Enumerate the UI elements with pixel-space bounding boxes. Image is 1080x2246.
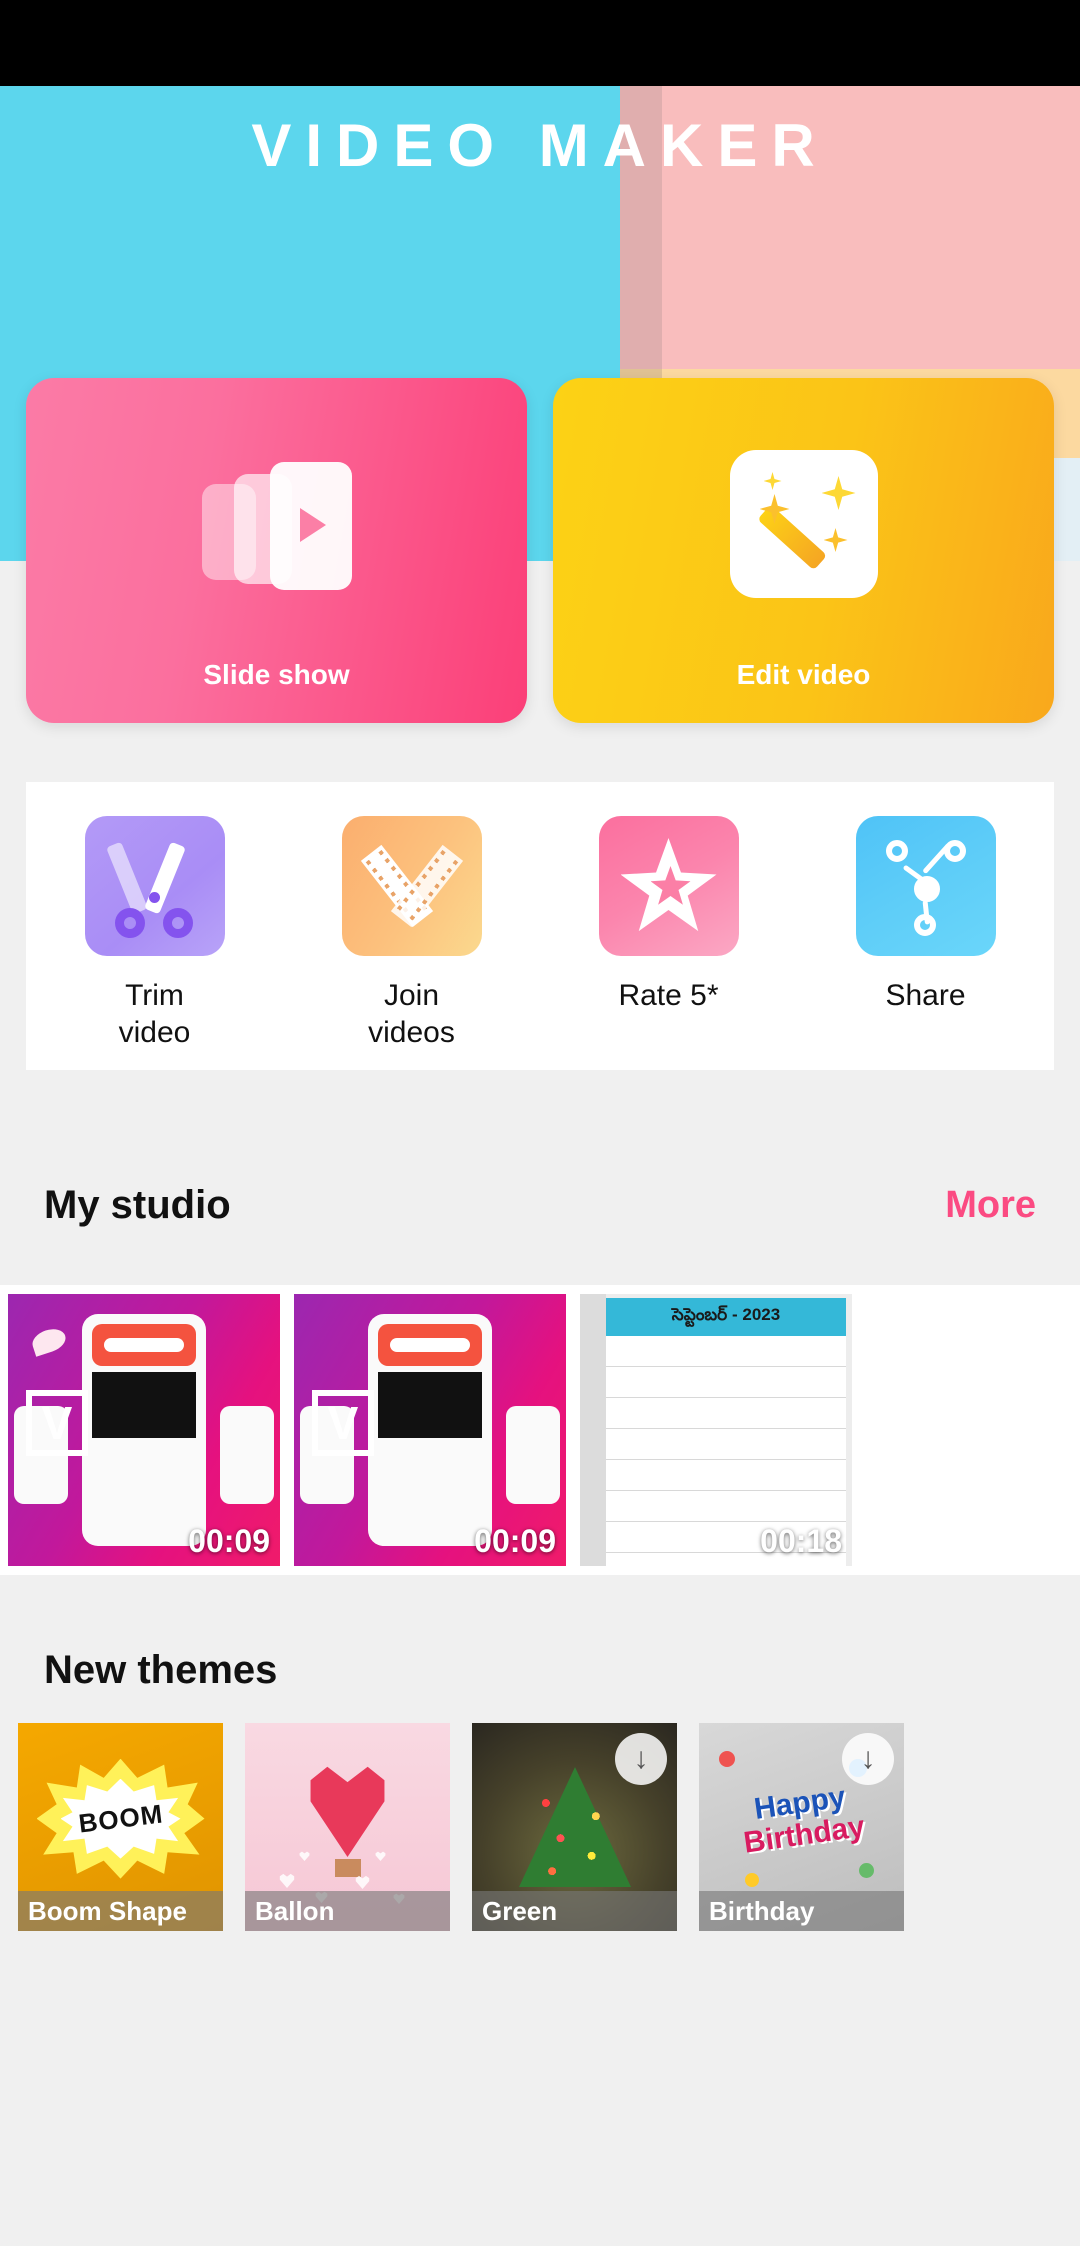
slide-show-label: Slide show (203, 659, 350, 690)
quick-action-share-label: Share (885, 979, 966, 1012)
quick-action-trim-video[interactable]: Trim video (55, 816, 255, 1051)
quick-action-rate[interactable]: Rate 5* (569, 816, 769, 1015)
video-thumbnail[interactable]: V 00:09 (294, 1294, 566, 1566)
calendar-title: సెప్టెంబర్ - 2023 (606, 1298, 846, 1336)
video-letter-mark: V (312, 1390, 374, 1456)
video-thumbnail[interactable]: V 00:09 (8, 1294, 280, 1566)
new-themes-list[interactable]: BOOM Boom Shape Ballon ↓ Green Happy Bir… (0, 1723, 1080, 1955)
theme-card-ballon[interactable]: Ballon (245, 1723, 450, 1931)
download-icon[interactable]: ↓ (842, 1733, 894, 1785)
slideshow-icon (201, 462, 352, 592)
balloon-basket-icon (334, 1859, 361, 1877)
hero-card-row: Slide show Edit video (0, 378, 1080, 723)
quick-action-share[interactable]: Share (826, 816, 1026, 1015)
theme-name: Ballon (245, 1891, 450, 1931)
my-studio-header: My studio More (0, 1160, 1080, 1250)
video-duration: 00:09 (474, 1523, 556, 1559)
my-studio-title: My studio (44, 1182, 231, 1227)
video-thumbnail[interactable]: సెప్టెంబర్ - 2023 00:18 (580, 1294, 852, 1566)
film-strips-icon (341, 816, 482, 956)
theme-name: Birthday (699, 1891, 904, 1931)
theme-card-birthday[interactable]: Happy Birthday ↓ Birthday (699, 1723, 904, 1931)
my-studio-more-link[interactable]: More (945, 1184, 1036, 1227)
download-icon[interactable]: ↓ (615, 1733, 667, 1785)
edit-video-label: Edit video (736, 659, 871, 690)
app-title: VIDEO MAKER (251, 111, 829, 179)
balloon-icon (310, 1766, 385, 1857)
quick-action-trim-video-label: Trim video (119, 978, 191, 1051)
new-themes-title: New themes (44, 1647, 278, 1692)
theme-card-green[interactable]: ↓ Green (472, 1723, 677, 1931)
quick-action-join-videos-label: Join videos (368, 978, 455, 1051)
share-nodes-icon (855, 816, 996, 956)
trim-label-line2: video (118, 1015, 191, 1049)
scissors-icon (84, 816, 225, 956)
video-duration: 00:18 (760, 1523, 842, 1559)
tree-lights-icon (522, 1781, 627, 1891)
quick-actions-panel: Trim video Join videos Rate 5* Share (26, 782, 1054, 1070)
theme-name: Green (472, 1891, 677, 1931)
magic-wand-icon (729, 450, 878, 598)
trim-label-line1: Trim (125, 979, 184, 1012)
new-themes-header: New themes (0, 1625, 1080, 1715)
birthday-art-text: Happy Birthday (737, 1779, 866, 1859)
join-label-line2: videos (368, 1015, 455, 1049)
theme-card-boom-shape[interactable]: BOOM Boom Shape (18, 1723, 223, 1931)
quick-action-join-videos[interactable]: Join videos (312, 816, 512, 1051)
star-icon (598, 816, 739, 956)
quick-action-rate-label: Rate 5* (618, 979, 719, 1012)
video-duration: 00:09 (188, 1523, 270, 1559)
slide-show-card[interactable]: Slide show (26, 378, 527, 723)
theme-name: Boom Shape (18, 1891, 223, 1931)
video-letter-mark: V (26, 1390, 88, 1456)
join-label-line1: Join (383, 979, 440, 1012)
my-studio-video-list[interactable]: V 00:09 V 00:09 సెప్టెంబర్ - 2023 00:18 (0, 1285, 1080, 1575)
edit-video-card[interactable]: Edit video (553, 378, 1054, 723)
